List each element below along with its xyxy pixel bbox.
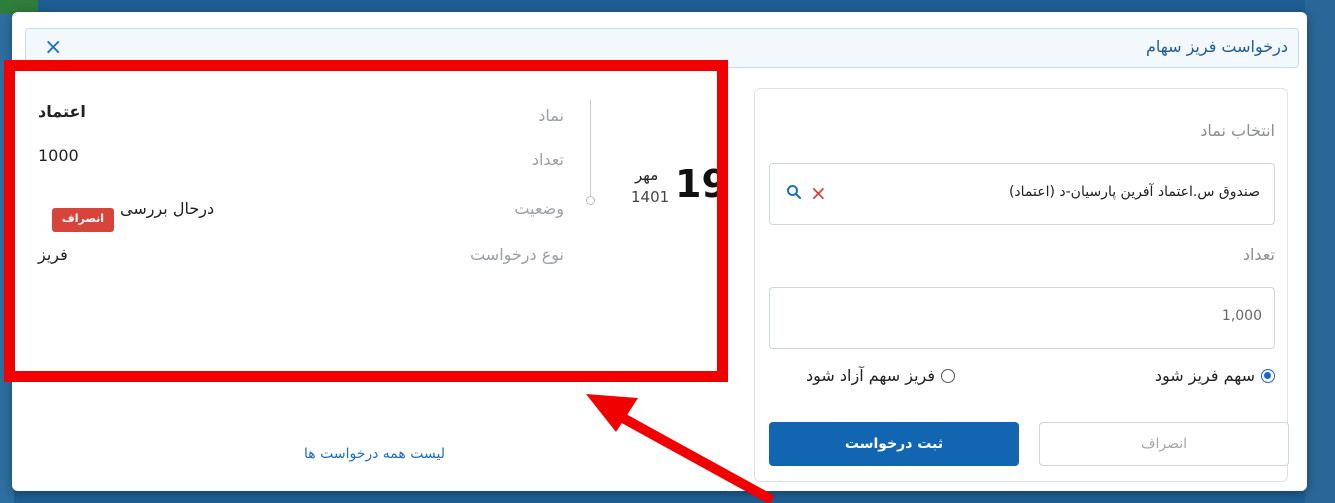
cancel-request-badge[interactable]: انصراف — [52, 208, 114, 232]
search-icon[interactable] — [786, 184, 802, 204]
history-type-key: نوع درخواست — [470, 245, 564, 264]
close-icon[interactable]: × — [44, 34, 62, 62]
symbol-label: انتخاب نماد — [1200, 121, 1275, 140]
timeline-dot — [586, 196, 595, 205]
history-status-key: وضعیت — [514, 199, 564, 218]
radio-unfreeze-circle[interactable] — [941, 368, 955, 383]
history-symbol-value: اعتماد — [38, 102, 86, 121]
quantity-label: تعداد — [1242, 245, 1275, 264]
modal-title: درخواست فریز سهام — [1145, 37, 1288, 56]
history-status-value: درحال بررسی — [120, 199, 215, 218]
history-symbol-key: نماد — [538, 106, 564, 125]
quantity-input[interactable]: 1,000 — [769, 287, 1275, 349]
request-date-year: 1401 — [631, 188, 670, 206]
radio-unfreeze[interactable]: فریز سهم آزاد شود — [806, 365, 955, 391]
radio-freeze-label: سهم فریز شود — [1154, 366, 1255, 385]
history-count-key: تعداد — [531, 150, 564, 169]
radio-freeze-circle[interactable] — [1261, 368, 1275, 383]
modal-header: درخواست فریز سهام × — [25, 28, 1299, 68]
history-type-value: فریز — [38, 245, 68, 264]
symbol-input[interactable]: صندوق س.اعتماد آفرین پارسیان-د (اعتماد) … — [769, 163, 1275, 225]
background-panel-right — [1305, 0, 1335, 503]
clear-icon[interactable]: × — [810, 181, 827, 205]
submit-request-button[interactable]: ثبت درخواست — [769, 422, 1019, 466]
quantity-input-value: 1,000 — [1221, 308, 1262, 324]
timeline-line — [590, 100, 591, 198]
all-requests-link[interactable]: لیست همه درخواست ها — [304, 446, 445, 462]
radio-unfreeze-label: فریز سهم آزاد شود — [806, 366, 935, 385]
freeze-request-modal: درخواست فریز سهام × انتخاب نماد صندوق س.… — [12, 12, 1307, 491]
cancel-button[interactable]: انصراف — [1039, 422, 1289, 466]
request-form: انتخاب نماد صندوق س.اعتماد آفرین پارسیان… — [754, 88, 1289, 482]
history-count-value: 1000 — [38, 146, 79, 165]
radio-freeze[interactable]: سهم فریز شود — [1155, 365, 1275, 391]
symbol-input-value: صندوق س.اعتماد آفرین پارسیان-د (اعتماد) — [1008, 184, 1260, 200]
request-date-month: مهر — [635, 166, 659, 184]
request-date-day: 19 — [675, 162, 728, 206]
